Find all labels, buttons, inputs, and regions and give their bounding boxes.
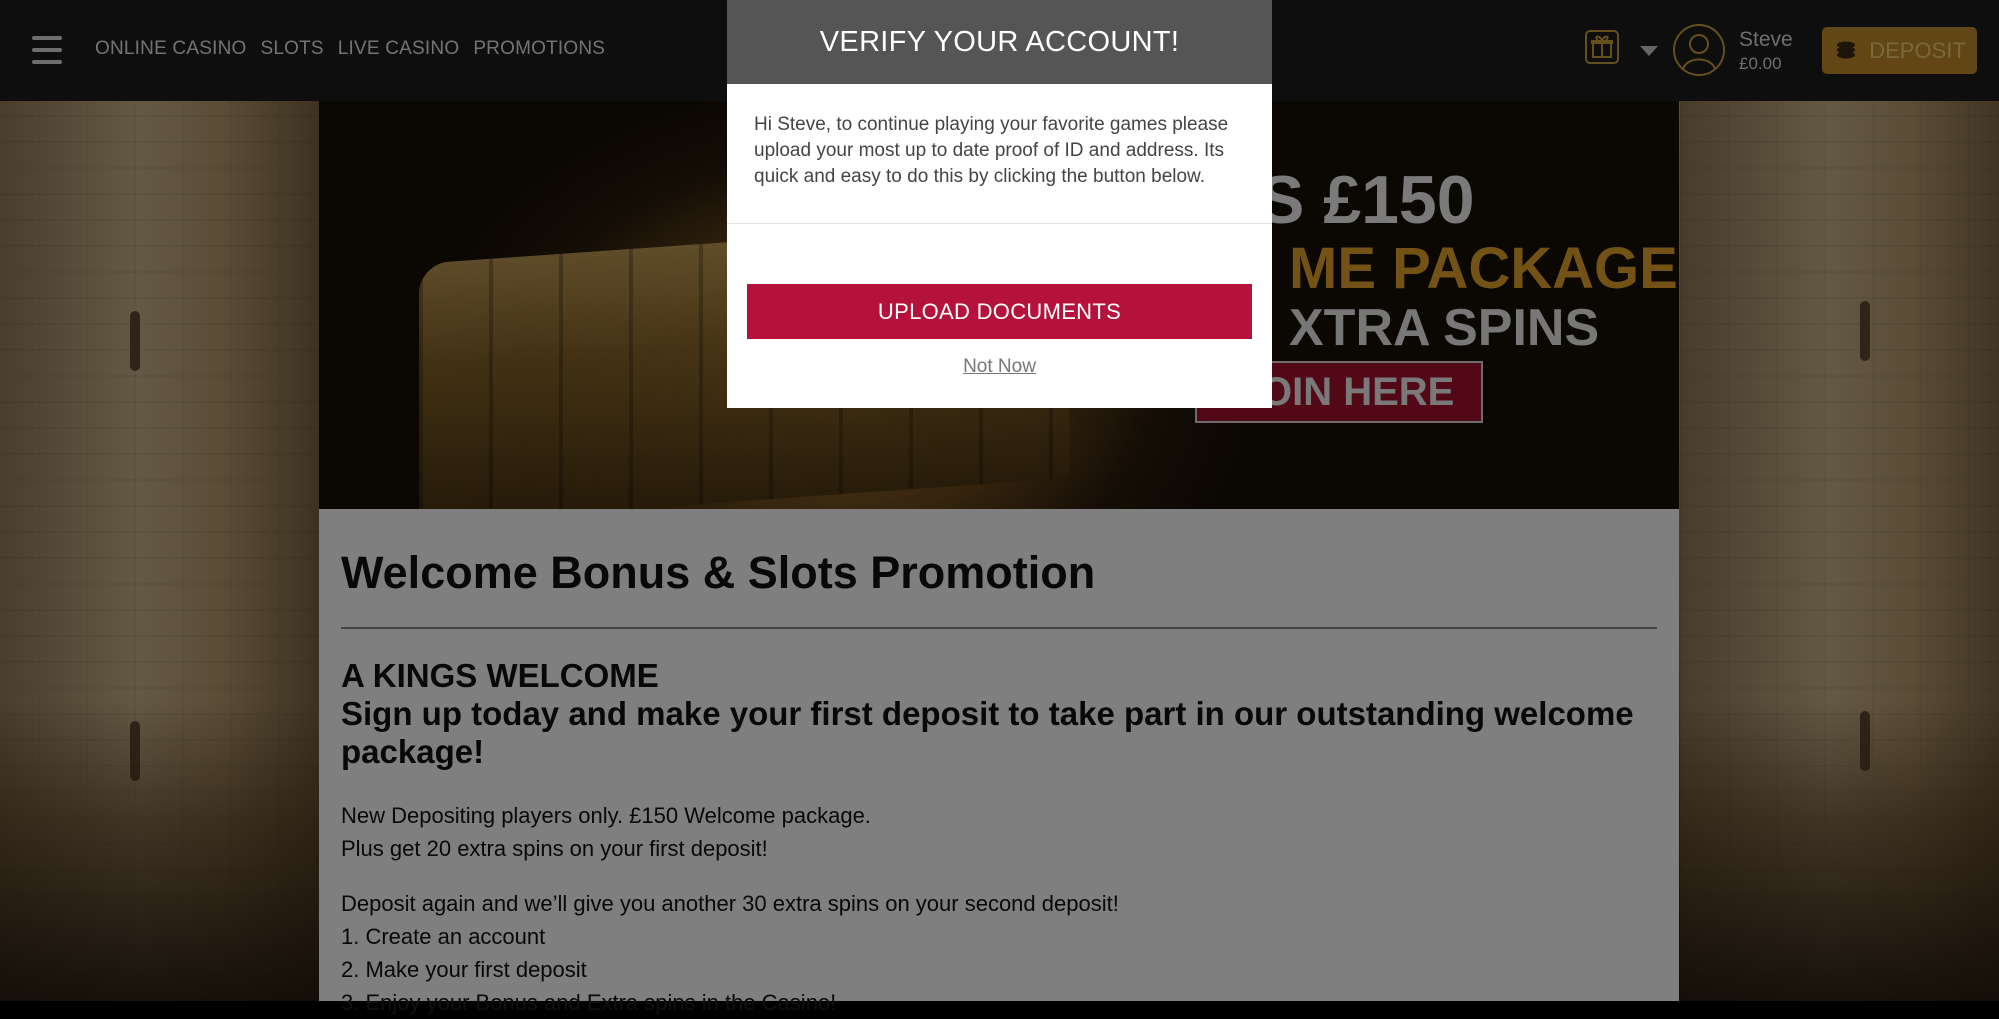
verify-account-modal: VERIFY YOUR ACCOUNT! Hi Steve, to contin…: [727, 0, 1272, 408]
not-now-link[interactable]: Not Now: [727, 356, 1272, 378]
modal-message: Hi Steve, to continue playing your favor…: [727, 84, 1272, 224]
modal-title: VERIFY YOUR ACCOUNT!: [727, 0, 1272, 84]
upload-documents-button[interactable]: UPLOAD DOCUMENTS: [747, 284, 1252, 339]
